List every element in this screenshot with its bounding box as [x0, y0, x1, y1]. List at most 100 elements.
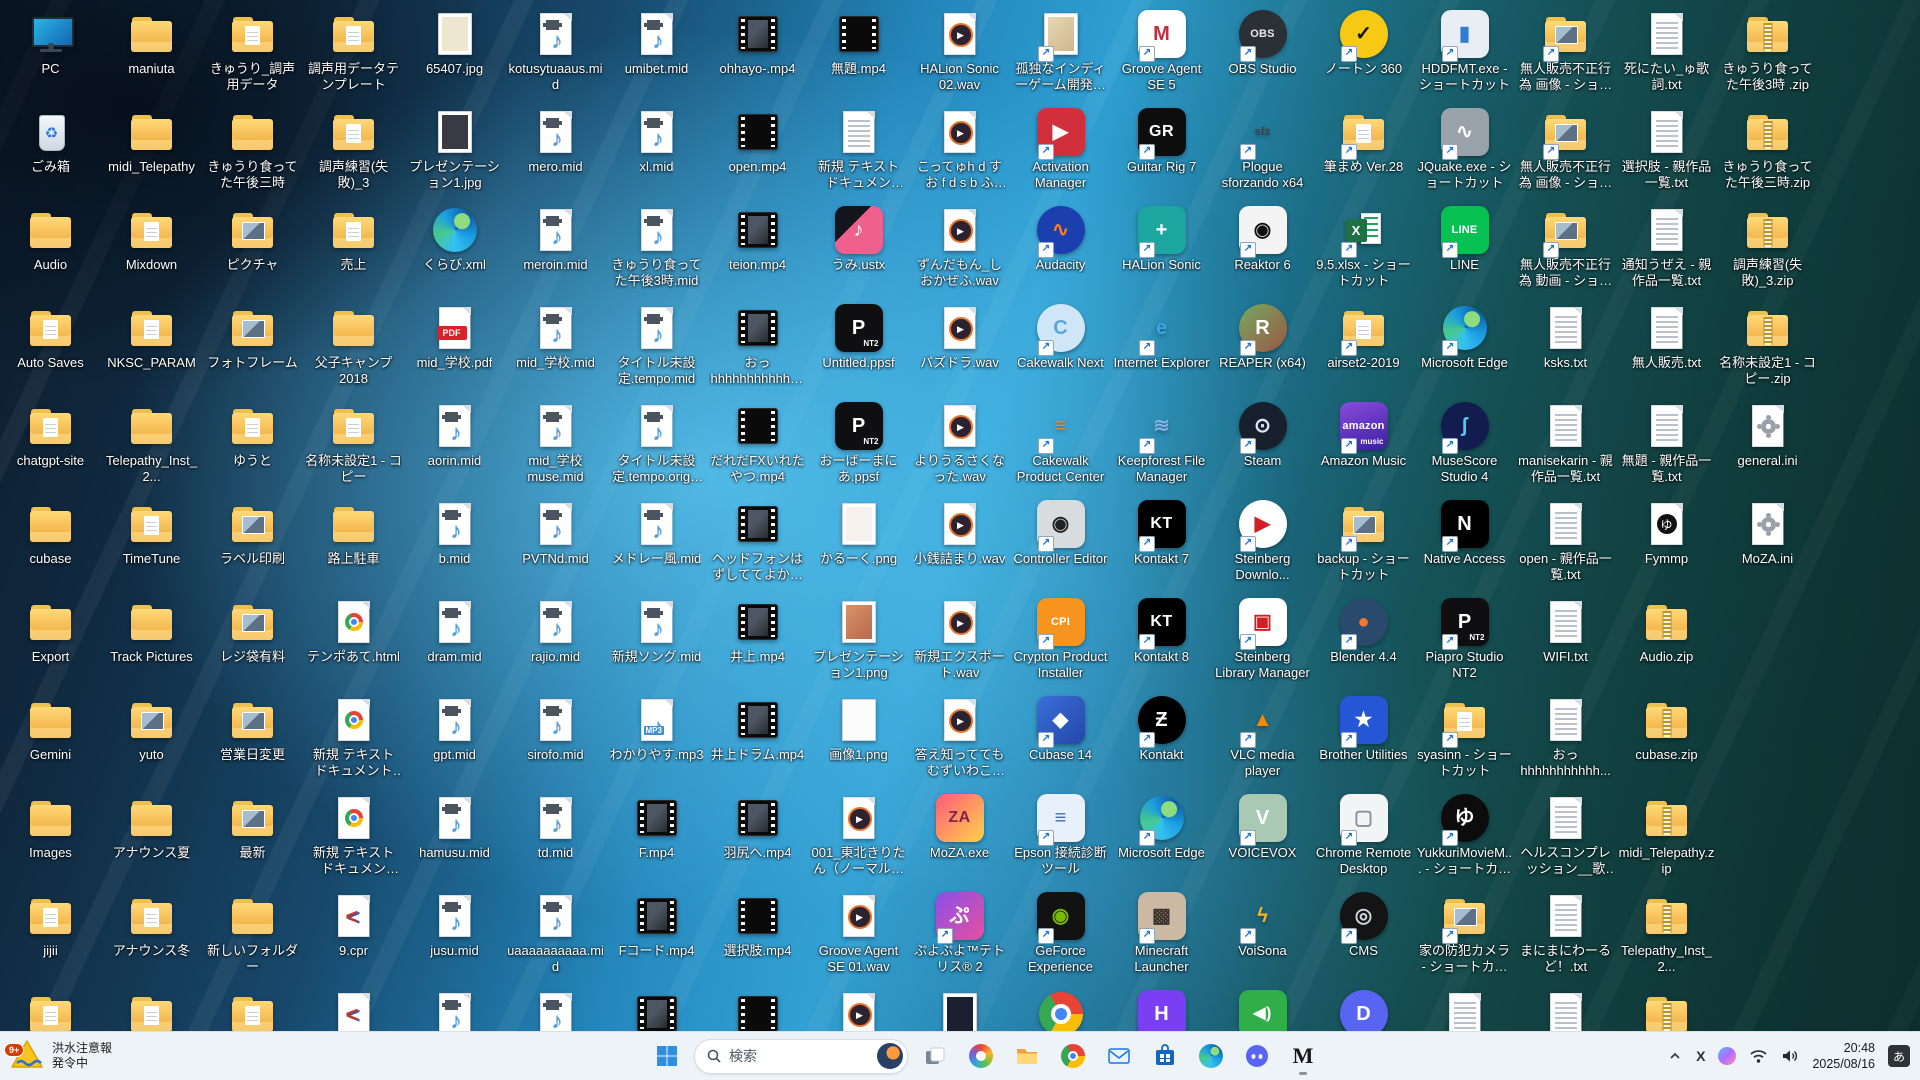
- photos-button[interactable]: [962, 1036, 1000, 1076]
- desktop-icon[interactable]: ▩↗Minecraft Launcher: [1111, 890, 1212, 988]
- desktop-icon[interactable]: 井上ドラム.mp4: [707, 694, 808, 792]
- desktop-icon[interactable]: 選択肢 - 親作品一覧.txt: [1616, 106, 1717, 204]
- desktop-icon[interactable]: ↗syasinn - ショートカット: [1414, 694, 1515, 792]
- desktop-icon[interactable]: D: [1313, 988, 1414, 1032]
- desktop-icon[interactable]: sfz↗Plogue sforzando x64: [1212, 106, 1313, 204]
- desktop-icon[interactable]: [1616, 988, 1717, 1032]
- desktop-icon[interactable]: H: [1111, 988, 1212, 1032]
- desktop-icon[interactable]: R↗REAPER (x64): [1212, 302, 1313, 400]
- desktop-icon[interactable]: ♪hamusu.mid: [404, 792, 505, 890]
- desktop-icon[interactable]: ◆↗Cubase 14: [1010, 694, 1111, 792]
- search-input[interactable]: 検索: [694, 1039, 908, 1074]
- desktop-icon[interactable]: 画像1.png: [808, 694, 909, 792]
- desktop-icon[interactable]: きゅうり食ってた午後三時: [202, 106, 303, 204]
- desktop-icon[interactable]: ksks.txt: [1515, 302, 1616, 400]
- desktop-icon[interactable]: GR↗Guitar Rig 7: [1111, 106, 1212, 204]
- desktop-icon[interactable]: ♪meroin.mid: [505, 204, 606, 302]
- desktop-icon[interactable]: 名称未設定1 - コピー: [303, 400, 404, 498]
- copilot-tray-button[interactable]: [1718, 1047, 1736, 1065]
- desktop-icon[interactable]: ▶パズドラ.wav: [909, 302, 1010, 400]
- desktop-icon[interactable]: ♻ごみ箱: [0, 106, 101, 204]
- desktop-icon[interactable]: e↗Internet Explorer: [1111, 302, 1212, 400]
- desktop-icon[interactable]: OBS↗OBS Studio: [1212, 8, 1313, 106]
- desktop-icon[interactable]: Images: [0, 792, 101, 890]
- desktop-icon[interactable]: ヘルスコンプレッション__歌詞.txt: [1515, 792, 1616, 890]
- desktop-icon[interactable]: ぷ↗ぷよぷよ™テトリス® 2: [909, 890, 1010, 988]
- desktop-icon[interactable]: PNT2おーばーまにあ.ppsf: [808, 400, 909, 498]
- desktop-icon[interactable]: ↗無人販売不正行為 画像 - ショートカッ...: [1515, 8, 1616, 106]
- desktop-icon[interactable]: <9.cpr: [303, 890, 404, 988]
- desktop-icon[interactable]: テンポあて.html: [303, 596, 404, 694]
- desktop-icon[interactable]: ↗airset2-2019: [1313, 302, 1414, 400]
- desktop-icon[interactable]: teion.mp4: [707, 204, 808, 302]
- desktop-icon[interactable]: general.ini: [1717, 400, 1818, 498]
- desktop-icon[interactable]: 通知うぜえ - 親作品一覧.txt: [1616, 204, 1717, 302]
- desktop-icon[interactable]: 死にたい_ゅ歌詞.txt: [1616, 8, 1717, 106]
- volume-tray-button[interactable]: [1781, 1048, 1799, 1064]
- desktop-icon[interactable]: ▶こってゅh d すお f d s b ふぁ.wav: [909, 106, 1010, 204]
- desktop-icon[interactable]: ▢↗Chrome Remote Desktop: [1313, 792, 1414, 890]
- desktop-icon[interactable]: ピクチャ: [202, 204, 303, 302]
- desktop-icon[interactable]: おっ hhhhhhhhhhh...: [1515, 694, 1616, 792]
- desktop-icon[interactable]: ▶答え知っててもむずいわこれ.wav: [909, 694, 1010, 792]
- desktop-icon[interactable]: ♪umibet.mid: [606, 8, 707, 106]
- desktop-icon[interactable]: 父子キャンプ2018: [303, 302, 404, 400]
- desktop-icon[interactable]: midi_Telepathy: [101, 106, 202, 204]
- desktop-icon[interactable]: open.mp4: [707, 106, 808, 204]
- desktop-icon[interactable]: 調声用データテンプレート: [303, 8, 404, 106]
- desktop-icon[interactable]: 調声練習(失敗)_3: [303, 106, 404, 204]
- desktop-icon[interactable]: Export: [0, 596, 101, 694]
- x-tray-button[interactable]: X: [1696, 1048, 1705, 1064]
- m-app-button[interactable]: M: [1284, 1036, 1322, 1076]
- desktop-icon[interactable]: ≡↗Cakewalk Product Center: [1010, 400, 1111, 498]
- desktop-icon[interactable]: ♪MP3わかりやす.mp3: [606, 694, 707, 792]
- chrome-button[interactable]: [1054, 1036, 1092, 1076]
- desktop-icon[interactable]: V↗VOICEVOX: [1212, 792, 1313, 890]
- desktop-icon[interactable]: ラベル印刷: [202, 498, 303, 596]
- explorer-button[interactable]: [1008, 1036, 1046, 1076]
- desktop-icon[interactable]: [1414, 988, 1515, 1032]
- desktop-icon[interactable]: ↗Microsoft Edge: [1111, 792, 1212, 890]
- discord-button[interactable]: [1238, 1036, 1276, 1076]
- desktop-icon[interactable]: ↗Microsoft Edge: [1414, 302, 1515, 400]
- desktop-icon[interactable]: ≡↗Epson 接続診断ツール: [1010, 792, 1111, 890]
- desktop-icon[interactable]: ♪タイトル未設定.tempo.mid: [606, 302, 707, 400]
- desktop-icon[interactable]: ♪rajio.mid: [505, 596, 606, 694]
- desktop-icon[interactable]: ▶ずんだもん_しおかぜふ.wav: [909, 204, 1010, 302]
- desktop-icon[interactable]: [0, 988, 101, 1032]
- desktop-icon[interactable]: ♪新規ソング.mid: [606, 596, 707, 694]
- desktop-icon[interactable]: ↗backup - ショートカット: [1313, 498, 1414, 596]
- desktop-icon[interactable]: 井上.mp4: [707, 596, 808, 694]
- desktop-icon[interactable]: Telepathy_Inst_2...: [101, 400, 202, 498]
- desktop-icon[interactable]: ♪メドレー風.mid: [606, 498, 707, 596]
- desktop-icon[interactable]: ↗家の防犯カメラ - ショートカット: [1414, 890, 1515, 988]
- weather-widget[interactable]: 9+ 洪水注意報 発令中: [10, 1032, 112, 1080]
- desktop-icon[interactable]: ▶001_東北きりたん（ノーマル）_今じゃ...: [808, 792, 909, 890]
- desktop-icon[interactable]: ϟ↗VoiSona: [1212, 890, 1313, 988]
- desktop-icon[interactable]: ʃ↗MuseScore Studio 4: [1414, 400, 1515, 498]
- desktop-icon[interactable]: ♪kotusytuaaus.mid: [505, 8, 606, 106]
- desktop-icon[interactable]: open - 親作品一覧.txt: [1515, 498, 1616, 596]
- desktop-icon[interactable]: 営業日変更: [202, 694, 303, 792]
- desktop-icon[interactable]: プレゼンテーション1.jpg: [404, 106, 505, 204]
- desktop-icon[interactable]: CPI↗Crypton Product Installer: [1010, 596, 1111, 694]
- desktop-icon[interactable]: 新規 テキスト ドキュメント.musicxml: [808, 106, 909, 204]
- desktop-icon[interactable]: 65407.jpg: [404, 8, 505, 106]
- desktop-icon[interactable]: maniuta: [101, 8, 202, 106]
- desktop-icon[interactable]: LINE↗LINE: [1414, 204, 1515, 302]
- desktop-icon[interactable]: ♪mid_学校.mid: [505, 302, 606, 400]
- desktop-icon[interactable]: ▮↗HDDFMT.exe - ショートカット: [1414, 8, 1515, 106]
- desktop-icon[interactable]: [202, 988, 303, 1032]
- desktop-icon[interactable]: ▶: [808, 988, 909, 1032]
- desktop-icon[interactable]: ▶小銭詰まり.wav: [909, 498, 1010, 596]
- desktop-icon[interactable]: ♪jusu.mid: [404, 890, 505, 988]
- desktop-icon[interactable]: Track Pictures: [101, 596, 202, 694]
- desktop-icon[interactable]: 無人販売.txt: [1616, 302, 1717, 400]
- desktop-icon[interactable]: KT↗Kontakt 7: [1111, 498, 1212, 596]
- desktop-icon[interactable]: Mixdown: [101, 204, 202, 302]
- desktop-icon[interactable]: [1515, 988, 1616, 1032]
- desktop-icon[interactable]: ∿↗Audacity: [1010, 204, 1111, 302]
- desktop-icon[interactable]: 路上駐車: [303, 498, 404, 596]
- desktop-icon[interactable]: きゅうり_調声用データ: [202, 8, 303, 106]
- desktop-icon[interactable]: ◎↗CMS: [1313, 890, 1414, 988]
